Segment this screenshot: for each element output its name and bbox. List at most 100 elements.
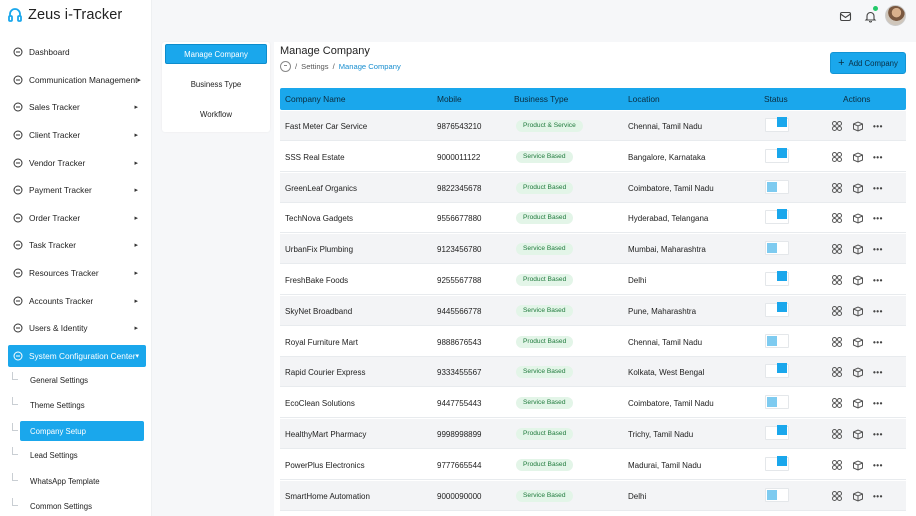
box-icon[interactable]: [852, 120, 864, 132]
subnav-manage-company[interactable]: Manage Company: [165, 44, 267, 64]
table-row[interactable]: GreenLeaf Organics 9822345678 Product Base…: [280, 172, 906, 203]
box-icon[interactable]: [852, 428, 864, 440]
branches-icon[interactable]: [831, 151, 843, 163]
status-toggle[interactable]: [765, 301, 789, 317]
sidebar-item-vendor-tracker[interactable]: Vendor Tracker ▸: [8, 152, 146, 174]
branches-icon[interactable]: [831, 366, 843, 378]
table-row[interactable]: UrbanFix Plumbing 9123456780 Service Based…: [280, 234, 906, 265]
table-row[interactable]: FreshBake Foods 9255567788 Product Based De…: [280, 265, 906, 295]
status-toggle[interactable]: [765, 425, 789, 440]
brand[interactable]: Zeus i-Tracker: [8, 7, 122, 23]
box-icon[interactable]: [852, 336, 864, 348]
status-toggle[interactable]: [765, 363, 789, 379]
branches-icon[interactable]: [831, 336, 843, 348]
box-icon[interactable]: [852, 274, 864, 286]
branches-icon[interactable]: [831, 120, 843, 132]
avatar[interactable]: [885, 5, 906, 26]
sidebar-item-communication-management[interactable]: Communication Management ▸: [8, 69, 146, 91]
sidebar-item-sales-tracker[interactable]: Sales Tracker ▸: [8, 96, 146, 118]
col-status[interactable]: Status: [764, 94, 788, 104]
more-options-icon[interactable]: •••: [873, 430, 883, 439]
more-options-icon[interactable]: •••: [873, 122, 883, 131]
more-options-icon[interactable]: •••: [873, 368, 883, 377]
subnav-business-type[interactable]: Business Type: [165, 74, 267, 94]
box-icon[interactable]: [852, 212, 864, 224]
more-options-icon[interactable]: •••: [873, 461, 883, 470]
branches-icon[interactable]: [831, 274, 843, 286]
company-name[interactable]: SkyNet Broadband: [285, 307, 352, 316]
company-name[interactable]: PowerPlus Electronics: [285, 461, 365, 470]
col-business-type[interactable]: Business Type: [514, 94, 568, 104]
box-icon[interactable]: [852, 366, 864, 378]
status-toggle[interactable]: [765, 241, 789, 256]
company-name[interactable]: EcoClean Solutions: [285, 399, 355, 408]
table-row[interactable]: Rapid Courier Express 9333455567 Service B…: [280, 357, 906, 388]
sidebar-item-users-identity[interactable]: Users & Identity ▸: [8, 317, 146, 339]
sidebar-item-dashboard[interactable]: Dashboard: [8, 41, 146, 63]
status-toggle[interactable]: [765, 147, 789, 163]
table-row[interactable]: Royal Furniture Mart 9888676543 Product Ba…: [280, 327, 906, 357]
branches-icon[interactable]: [831, 459, 843, 471]
home-icon[interactable]: [280, 61, 291, 72]
status-toggle[interactable]: [765, 271, 789, 286]
branches-icon[interactable]: [831, 490, 843, 502]
more-options-icon[interactable]: •••: [873, 184, 883, 193]
more-options-icon[interactable]: •••: [873, 399, 883, 408]
box-icon[interactable]: [852, 397, 864, 409]
status-toggle[interactable]: [765, 455, 789, 471]
box-icon[interactable]: [852, 182, 864, 194]
more-options-icon[interactable]: •••: [873, 307, 883, 316]
company-name[interactable]: SSS Real Estate: [285, 153, 345, 162]
status-toggle[interactable]: [765, 179, 789, 194]
status-toggle[interactable]: [765, 395, 789, 410]
branches-icon[interactable]: [831, 397, 843, 409]
sidebar-item-order-tracker[interactable]: Order Tracker ▸: [8, 207, 146, 229]
status-toggle[interactable]: [765, 209, 789, 225]
mail-icon[interactable]: [836, 7, 854, 25]
branches-icon[interactable]: [831, 428, 843, 440]
company-name[interactable]: UrbanFix Plumbing: [285, 245, 353, 254]
company-name[interactable]: HealthyMart Pharmacy: [285, 430, 366, 439]
more-options-icon[interactable]: •••: [873, 245, 883, 254]
table-row[interactable]: EcoClean Solutions 9447755443 Service Base…: [280, 388, 906, 419]
col-mobile[interactable]: Mobile: [437, 94, 462, 104]
company-name[interactable]: GreenLeaf Organics: [285, 184, 357, 193]
table-row[interactable]: SkyNet Broadband 9445566778 Service Based P…: [280, 295, 906, 326]
sidebar-subitem-theme-settings[interactable]: Theme Settings: [20, 395, 144, 415]
table-row[interactable]: HealthyMart Pharmacy 9998998899 Product Ba…: [280, 419, 906, 449]
box-icon[interactable]: [852, 459, 864, 471]
sidebar-subitem-common-settings[interactable]: Common Settings: [20, 496, 144, 516]
table-row[interactable]: SSS Real Estate 9000011122 Service Based Ba…: [280, 142, 906, 172]
sidebar-item-client-tracker[interactable]: Client Tracker ▸: [8, 124, 146, 146]
sidebar-item-payment-tracker[interactable]: Payment Tracker ▸: [8, 179, 146, 201]
branches-icon[interactable]: [831, 212, 843, 224]
more-options-icon[interactable]: •••: [873, 338, 883, 347]
table-row[interactable]: TechNova Gadgets 9556677880 Product Based H…: [280, 203, 906, 234]
col-location[interactable]: Location: [628, 94, 660, 104]
company-name[interactable]: FreshBake Foods: [285, 276, 348, 285]
sidebar-subitem-general-settings[interactable]: General Settings: [20, 370, 144, 390]
box-icon[interactable]: [852, 305, 864, 317]
table-row[interactable]: Fast Meter Car Service 9876543210 Product …: [280, 111, 906, 141]
subnav-workflow[interactable]: Workflow: [165, 104, 267, 124]
sidebar-item-task-tracker[interactable]: Task Tracker ▸: [8, 234, 146, 256]
table-row[interactable]: SmartHome Automation 9000090000 Service Ba…: [280, 480, 906, 511]
branches-icon[interactable]: [831, 182, 843, 194]
branches-icon[interactable]: [831, 305, 843, 317]
more-options-icon[interactable]: •••: [873, 214, 883, 223]
company-name[interactable]: Royal Furniture Mart: [285, 338, 358, 347]
more-options-icon[interactable]: •••: [873, 492, 883, 501]
company-name[interactable]: Rapid Courier Express: [285, 368, 365, 377]
sidebar-subitem-company-setup[interactable]: Company Setup: [20, 421, 144, 441]
sidebar-item-resources-tracker[interactable]: Resources Tracker ▸: [8, 262, 146, 284]
sidebar-item-accounts-tracker[interactable]: Accounts Tracker ▸: [8, 290, 146, 312]
company-name[interactable]: TechNova Gadgets: [285, 214, 353, 223]
company-name[interactable]: SmartHome Automation: [285, 492, 370, 501]
sidebar-item-system-configuration-center[interactable]: System Configuration Center ▾: [8, 345, 146, 367]
more-options-icon[interactable]: •••: [873, 153, 883, 162]
add-company-button[interactable]: + Add Company: [830, 52, 906, 74]
box-icon[interactable]: [852, 490, 864, 502]
more-options-icon[interactable]: •••: [873, 276, 883, 285]
branches-icon[interactable]: [831, 243, 843, 255]
company-name[interactable]: Fast Meter Car Service: [285, 122, 367, 131]
